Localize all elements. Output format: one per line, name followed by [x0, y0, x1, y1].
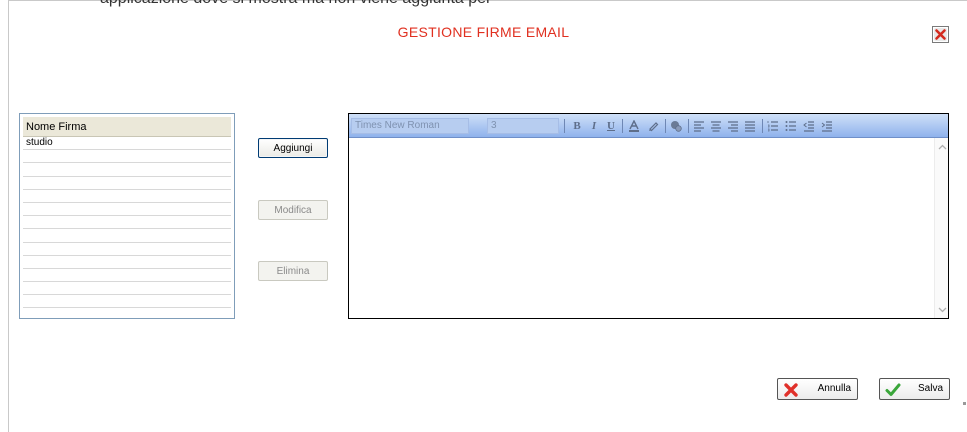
checkmark-icon — [885, 383, 901, 396]
editor-content-area[interactable] — [349, 138, 934, 318]
scroll-up-arrow-icon[interactable] — [936, 141, 948, 153]
toolbar-separator — [564, 119, 565, 133]
align-center-icon[interactable] — [710, 119, 722, 133]
font-color-icon[interactable] — [628, 119, 642, 133]
list-item[interactable] — [23, 163, 231, 177]
list-item[interactable] — [23, 243, 231, 256]
bold-icon[interactable]: B — [571, 119, 583, 133]
list-item[interactable] — [23, 216, 231, 230]
dialog-title: GESTIONE FIRME EMAIL — [397, 24, 570, 40]
column-header-nome-firma[interactable]: Nome Firma — [23, 117, 231, 137]
outdent-icon[interactable] — [803, 119, 815, 133]
font-family-select[interactable]: Times New Roman — [351, 118, 469, 134]
save-button[interactable]: Salva — [879, 378, 950, 400]
toolbar-separator — [688, 119, 689, 133]
align-left-icon[interactable] — [693, 119, 705, 133]
scroll-down-arrow-icon[interactable] — [936, 303, 948, 315]
list-item[interactable]: studio — [23, 137, 231, 151]
highlight-icon[interactable] — [647, 119, 661, 133]
list-item[interactable] — [23, 295, 231, 309]
list-item[interactable] — [23, 229, 231, 243]
justify-icon[interactable] — [744, 119, 756, 133]
add-button[interactable]: Aggiungi — [258, 138, 328, 158]
toolbar-separator — [665, 119, 666, 133]
delete-button[interactable]: Elimina — [258, 261, 328, 281]
close-x-icon — [934, 28, 947, 41]
list-item[interactable] — [23, 203, 231, 217]
cancel-label: Annulla — [817, 383, 851, 394]
editor-toolbar: Times New Roman 3 B I U — [349, 114, 948, 138]
background-text: applicazione dove si mostra ma non viene… — [100, 0, 491, 8]
underline-icon[interactable]: U — [605, 119, 617, 133]
align-right-icon[interactable] — [727, 119, 739, 133]
italic-icon[interactable]: I — [588, 119, 600, 133]
link-icon[interactable] — [670, 119, 684, 133]
editor-scrollbar[interactable] — [934, 138, 948, 318]
list-item[interactable] — [23, 150, 231, 164]
cancel-x-icon — [784, 383, 798, 397]
font-size-select[interactable]: 3 — [487, 118, 559, 134]
edit-button[interactable]: Modifica — [258, 200, 328, 220]
signature-editor: Times New Roman 3 B I U — [348, 113, 949, 319]
list-item[interactable] — [23, 269, 231, 283]
resize-grip — [963, 402, 966, 405]
signature-list[interactable]: Nome Firma studio — [19, 113, 235, 319]
save-label: Salva — [917, 383, 943, 394]
indent-icon[interactable] — [821, 119, 833, 133]
list-item[interactable] — [23, 177, 231, 190]
toolbar-separator — [762, 119, 763, 133]
unordered-list-icon[interactable] — [785, 119, 797, 133]
close-button[interactable] — [932, 26, 949, 43]
list-item[interactable] — [23, 190, 231, 203]
list-item[interactable] — [23, 282, 231, 296]
toolbar-separator — [622, 119, 623, 133]
ordered-list-icon[interactable] — [767, 119, 779, 133]
cancel-button[interactable]: Annulla — [777, 378, 858, 400]
list-item[interactable] — [23, 256, 231, 269]
signature-list-rows: studio — [20, 137, 234, 309]
